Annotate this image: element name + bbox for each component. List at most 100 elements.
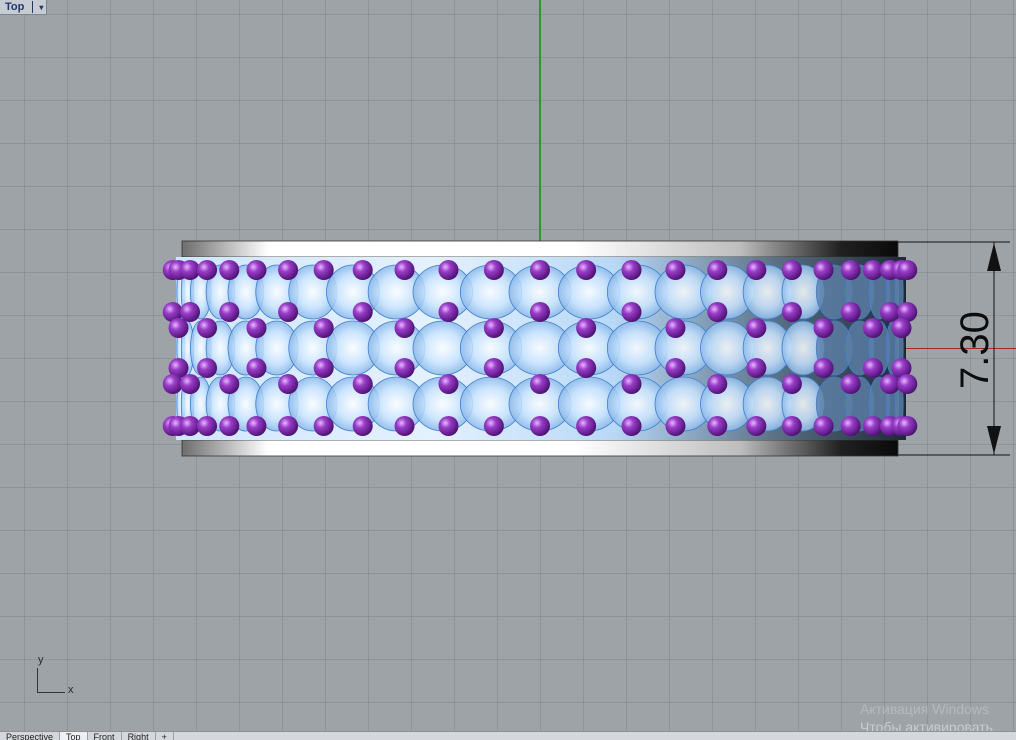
prong-gem (840, 260, 861, 280)
viewport-title[interactable]: Top ▾ (0, 0, 48, 15)
prong-gem (530, 416, 550, 436)
prong-gem (665, 260, 686, 280)
stone-grid (176, 264, 904, 432)
prong-gem (862, 416, 883, 436)
prong-gem (862, 260, 883, 280)
prong-gem (278, 374, 299, 394)
prong-gem (246, 260, 267, 280)
prong-gem (313, 318, 334, 338)
prong-gem (862, 318, 883, 338)
prong-gem (394, 318, 415, 338)
prong-gem (438, 260, 459, 280)
prong-gem (576, 358, 597, 378)
prong-gem (530, 302, 550, 322)
prong-gem (246, 358, 267, 378)
prong-gem (781, 260, 802, 280)
prong-gem (879, 374, 900, 394)
prong-gem (621, 260, 642, 280)
prong-gem (781, 302, 802, 322)
prong-gem (278, 260, 299, 280)
prong-gem (530, 260, 550, 280)
dimension-label[interactable]: 7.30 (953, 230, 1016, 389)
prong-gem (180, 260, 201, 280)
prong-gem (707, 374, 728, 394)
prong-gem (197, 358, 218, 378)
prong-gem (197, 260, 218, 280)
prong-gem (246, 318, 267, 338)
prong-gem (352, 374, 373, 394)
prong-gem (180, 302, 201, 322)
prong-gem (862, 358, 883, 378)
prong-gem (197, 318, 218, 338)
prong-gem (246, 416, 267, 436)
prong-gem (746, 318, 767, 338)
prong-gem (530, 374, 550, 394)
y-axis-label: y (38, 654, 44, 666)
prong-gem (576, 416, 597, 436)
viewport-title-text: Top (5, 1, 25, 13)
prong-gem (438, 302, 459, 322)
prong-gem (576, 318, 597, 338)
prong-gem (813, 260, 834, 280)
prong-gem (352, 302, 373, 322)
prong-gem (891, 318, 912, 338)
triangle-down-icon[interactable]: ▾ (39, 3, 43, 12)
prong-gem (621, 302, 642, 322)
windows-activation-watermark: Активация Windows Чтобы активировать Win… (860, 700, 1016, 731)
prong-gem (840, 374, 861, 394)
prong-gem (746, 358, 767, 378)
prong-gem (438, 416, 459, 436)
prong-gem (180, 416, 201, 436)
prong-gem (219, 260, 240, 280)
prong-gem (840, 416, 861, 436)
prong-gem (665, 318, 686, 338)
watermark-line-1: Активация Windows (860, 701, 990, 717)
top-viewport[interactable]: 7.30 Top ▾ y x Активация Windows Чтобы а… (0, 0, 1016, 731)
prong-gem (483, 260, 504, 280)
prong-gem (781, 374, 802, 394)
prong-gem (394, 358, 415, 378)
prong-gem (813, 358, 834, 378)
watermark-line-2: Чтобы активировать Windows (860, 719, 993, 731)
cplane-axes-icon: y x (34, 654, 84, 698)
prong-gem (219, 416, 240, 436)
prong-gem (483, 318, 504, 338)
prong-gem (840, 302, 861, 322)
prong-gem (278, 416, 299, 436)
prong-gem (665, 416, 686, 436)
ring-model-view[interactable] (0, 0, 1016, 731)
metal-rim-top (181, 240, 899, 258)
prong-gem (746, 260, 767, 280)
prong-gem (278, 302, 299, 322)
prong-gem (879, 302, 900, 322)
prong-gem (352, 416, 373, 436)
prong-gem (813, 416, 834, 436)
prong-gem (313, 260, 334, 280)
prong-gem (621, 416, 642, 436)
prong-gem (394, 260, 415, 280)
prong-gem (897, 260, 918, 280)
prong-gem (621, 374, 642, 394)
prong-gem (313, 358, 334, 378)
prong-gem (813, 318, 834, 338)
prong-gem (483, 416, 504, 436)
x-axis-label: x (68, 684, 74, 696)
prong-gem (313, 416, 334, 436)
prong-gem (219, 302, 240, 322)
prong-gem (180, 374, 201, 394)
prong-gem (665, 358, 686, 378)
metal-rim-bottom (181, 439, 899, 457)
prong-gem (707, 302, 728, 322)
prong-gem (576, 260, 597, 280)
prong-gem (707, 416, 728, 436)
prong-gem (483, 358, 504, 378)
prong-gem (168, 318, 189, 338)
prong-gem (897, 416, 918, 436)
prong-gem (197, 416, 218, 436)
prong-gem (707, 260, 728, 280)
divider (32, 1, 34, 13)
prong-gem (781, 416, 802, 436)
prong-gem (352, 260, 373, 280)
prong-gem (219, 374, 240, 394)
prong-gem (162, 374, 183, 394)
